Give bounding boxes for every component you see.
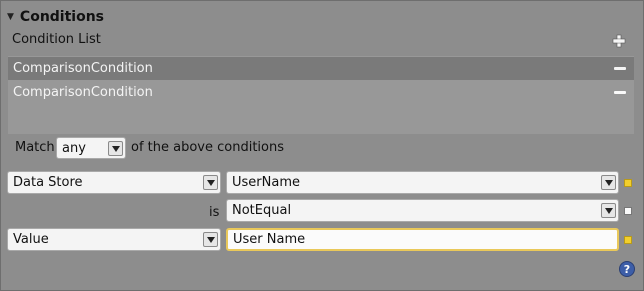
list-item[interactable]: ComparisonCondition [8, 81, 634, 104]
left-source-value: Data Store [13, 175, 83, 190]
condition-label: ComparisonCondition [13, 61, 153, 76]
chevron-down-icon[interactable] [203, 175, 218, 190]
chevron-down-icon[interactable] [108, 141, 123, 156]
plus-icon[interactable] [612, 33, 626, 48]
right-source-select[interactable]: Value [7, 228, 221, 251]
minus-icon[interactable] [614, 67, 626, 70]
left-value-text: UserName [232, 175, 300, 190]
operator-select[interactable]: NotEqual [226, 199, 619, 222]
left-source-select[interactable]: Data Store [7, 171, 221, 194]
right-value-input[interactable]: User Name [226, 228, 619, 251]
left-value-select[interactable]: UserName [226, 171, 619, 194]
question-icon[interactable]: ? [619, 261, 635, 277]
right-source-value: Value [13, 232, 49, 247]
triangle-down-icon[interactable]: ▼ [7, 12, 14, 22]
chevron-down-icon[interactable] [203, 232, 218, 247]
required-indicator [624, 236, 632, 244]
condition-list-label: Condition List [12, 32, 101, 47]
section-header[interactable]: ▼ Conditions [7, 7, 104, 27]
match-label: Match [15, 140, 55, 155]
section-title: Conditions [19, 9, 105, 25]
condition-list: ComparisonCondition ComparisonCondition [8, 56, 634, 134]
minus-icon[interactable] [614, 91, 626, 94]
list-item[interactable]: ComparisonCondition [8, 57, 634, 80]
operator-label: is [209, 205, 220, 220]
condition-label: ComparisonCondition [13, 85, 153, 100]
required-indicator [624, 179, 632, 187]
right-value-text: User Name [233, 232, 306, 247]
match-select[interactable]: any [56, 137, 126, 159]
match-suffix: of the above conditions [131, 140, 285, 155]
chevron-down-icon[interactable] [601, 203, 616, 218]
conditions-panel: ▼ Conditions Condition List ComparisonCo… [0, 0, 644, 291]
chevron-down-icon[interactable] [601, 175, 616, 190]
optional-indicator [624, 207, 632, 215]
match-select-value: any [62, 140, 86, 156]
operator-value: NotEqual [232, 203, 292, 218]
